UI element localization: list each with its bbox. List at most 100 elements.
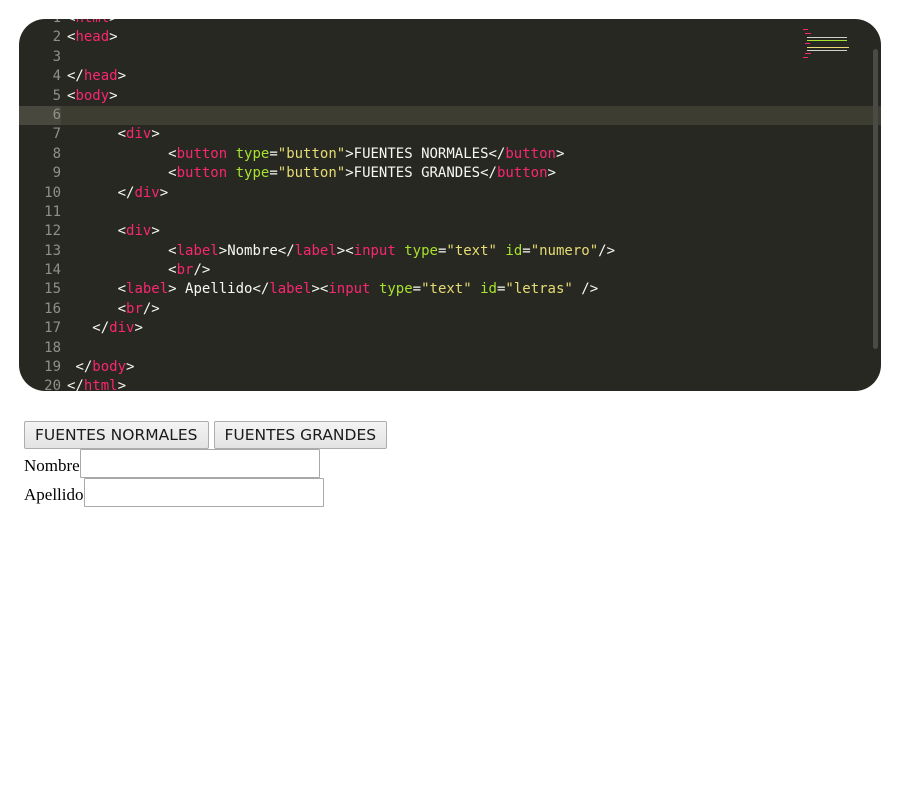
code-line[interactable]: 19 </body> [19, 358, 881, 377]
code-token: head [83, 68, 118, 85]
code-token: "button" [277, 165, 346, 182]
code-token: body [92, 359, 127, 376]
button-row: FUENTES NORMALES FUENTES GRANDES [24, 421, 388, 449]
code-line[interactable]: 18 [19, 339, 881, 358]
code-token: = [269, 145, 278, 162]
code-token: div [134, 184, 160, 201]
line-number: 3 [19, 48, 61, 67]
code-token: id [480, 281, 497, 298]
editor-scrollbar[interactable] [873, 49, 878, 349]
line-source: <label>Nombre</label><input type="text" … [67, 242, 615, 261]
code-token: body [75, 87, 110, 104]
code-line[interactable]: 12 <div> [19, 222, 881, 241]
name-input[interactable] [79, 449, 320, 478]
code-token: type [404, 242, 438, 259]
line-number: 9 [19, 164, 61, 183]
minimap[interactable] [803, 23, 851, 63]
line-source: <br/> [67, 261, 210, 280]
large-fonts-button[interactable]: FUENTES GRANDES [213, 421, 388, 449]
code-line[interactable]: 5 <body> [19, 87, 881, 106]
line-number: 17 [19, 319, 61, 338]
code-line[interactable]: 3 [19, 48, 881, 67]
line-source: <button type="button">FUENTES GRANDES</b… [67, 164, 556, 183]
line-number: 1 [19, 19, 61, 28]
code-token: > [134, 320, 143, 337]
code-token: </ [277, 242, 295, 259]
code-line[interactable]: 17 </div> [19, 319, 881, 338]
code-token: FUENTES GRANDES [353, 165, 481, 182]
code-token: = [522, 242, 531, 259]
code-token: > [547, 165, 556, 182]
code-line[interactable]: 14 <br/> [19, 261, 881, 280]
code-token: < [168, 262, 177, 279]
line-number: 18 [19, 339, 61, 358]
code-line[interactable]: 9 <button type="button">FUENTES GRANDES<… [19, 164, 881, 183]
surname-row: Apellido [24, 478, 324, 507]
code-token: = [269, 165, 278, 182]
code-token: type [235, 165, 270, 182]
code-token: button [505, 145, 556, 162]
line-number-text: 17 [44, 320, 61, 337]
code-area[interactable]: 1<html>2<head>34</head>5<body>67 <div>8 … [19, 19, 881, 391]
code-line[interactable]: 20 </html> [19, 377, 881, 391]
code-token: /> [581, 281, 599, 298]
code-token: </ [480, 165, 497, 182]
code-token: /> [598, 242, 615, 259]
line-number-text: 15 [44, 281, 61, 298]
line-source: </html> [67, 377, 126, 391]
line-number: 10 [19, 184, 61, 203]
line-number: 6 [19, 105, 61, 126]
line-source: <br/> [67, 300, 160, 319]
normal-fonts-button[interactable]: FUENTES NORMALES [24, 421, 209, 449]
code-line[interactable]: 1 <html> [19, 19, 881, 28]
line-number: 14 [19, 261, 61, 280]
code-editor[interactable]: 1<html>2<head>34</head>5<body>67 <div>8 … [19, 19, 881, 391]
code-line[interactable]: 10 </div> [19, 184, 881, 203]
code-line[interactable]: 11 [19, 203, 881, 222]
code-token: html [75, 19, 109, 26]
line-number-text: 6 [52, 106, 61, 123]
code-token: < [117, 281, 127, 298]
line-number-text: 8 [52, 145, 61, 162]
line-number: 5 [19, 87, 61, 106]
code-line[interactable]: 2 <head> [19, 28, 881, 47]
line-number-text: 7 [52, 126, 61, 143]
code-line[interactable]: 8 <button type="button">FUENTES NORMALES… [19, 145, 881, 164]
code-token: </ [75, 359, 93, 376]
line-number: 20 [19, 377, 61, 391]
line-number-text: 20 [44, 378, 61, 391]
code-line[interactable]: 16 <br/> [19, 300, 881, 319]
code-line[interactable]: 7 <div> [19, 125, 881, 144]
code-line[interactable]: 6 [19, 105, 881, 126]
code-line[interactable]: 4 </head> [19, 67, 881, 86]
line-source: <div> [67, 125, 160, 144]
surname-input[interactable] [83, 478, 324, 507]
name-label: Nombre [24, 456, 80, 475]
surname-label: Apellido [24, 485, 84, 504]
code-token: label [294, 242, 337, 259]
code-token: > [151, 223, 160, 240]
line-number: 13 [19, 242, 61, 261]
name-row: Nombre [24, 449, 320, 478]
code-token: head [75, 29, 110, 46]
code-token: "letras" [505, 281, 573, 298]
code-token: input [353, 242, 396, 259]
code-line[interactable]: 15 <label> Apellido</label><input type="… [19, 280, 881, 299]
code-token: html [83, 378, 118, 391]
code-token: > [345, 165, 354, 182]
code-token: > [151, 126, 160, 143]
code-token: </ [252, 281, 270, 298]
line-number-text: 12 [44, 223, 61, 240]
code-line[interactable]: 13 <label>Nombre</label><input type="tex… [19, 242, 881, 261]
